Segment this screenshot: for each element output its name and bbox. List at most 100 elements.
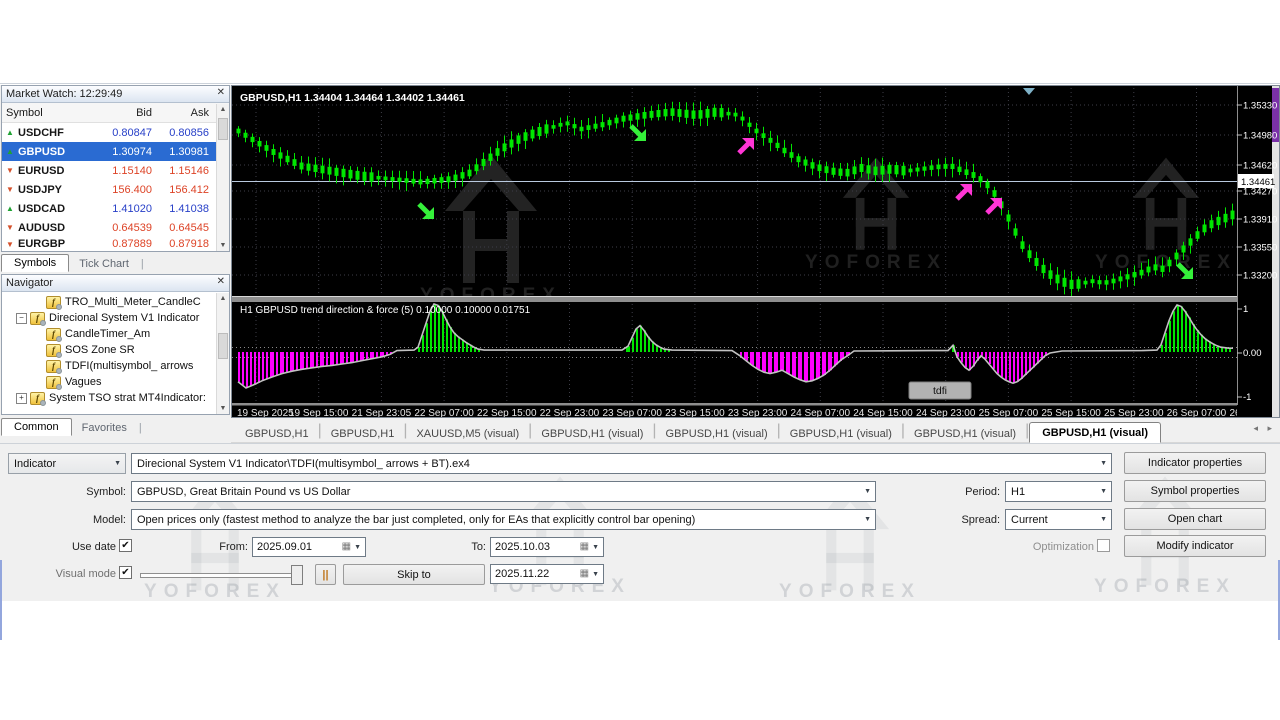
optimization-label: Optimization: [1014, 541, 1094, 553]
symbol-properties-button[interactable]: Symbol properties: [1124, 480, 1266, 502]
indicator-title: H1 GBPUSD trend direction & force (5) 0.…: [240, 305, 531, 316]
navigator-item[interactable]: +fSystem TSO strat MT4Indicator:: [2, 390, 229, 406]
spread-select[interactable]: Current▼: [1005, 509, 1112, 530]
tab-common[interactable]: Common: [1, 418, 72, 436]
price-axis-label: 1.33910: [1243, 215, 1277, 226]
scroll-thumb[interactable]: [218, 333, 228, 359]
chevron-down-icon[interactable]: ▼: [592, 571, 599, 578]
bid-cell: 0.87889: [100, 238, 157, 250]
tab-symbols[interactable]: Symbols: [1, 254, 69, 272]
close-icon[interactable]: ✕: [217, 276, 225, 287]
to-date-field[interactable]: 2025.10.03 ▦▼: [490, 537, 604, 557]
scroll-down-icon[interactable]: ▼: [217, 405, 229, 412]
scroll-thumb[interactable]: [218, 118, 228, 140]
chart-tabs: GBPUSD,H1|GBPUSD,H1|XAUUSD,M5 (visual)|G…: [231, 418, 1280, 443]
time-axis[interactable]: 19 Sep 202519 Sep 15:0021 Sep 23:0522 Se…: [237, 408, 1279, 417]
scroll-down-icon[interactable]: ▼: [217, 242, 229, 249]
period-select[interactable]: H1▼: [1005, 481, 1112, 502]
calendar-icon[interactable]: ▦: [580, 542, 589, 552]
time-axis-separator: [232, 403, 1237, 406]
calendar-icon[interactable]: ▦: [580, 569, 589, 579]
price-chart[interactable]: YOFOREXYOFOREXYOFOREXtdfiGBPUSD,H1 1.344…: [232, 86, 1279, 417]
skip-to-button[interactable]: Skip to: [343, 564, 485, 585]
symbol-name: AUDUSD: [18, 222, 65, 234]
navigator-item-label: TDFI(multisymbol_ arrows: [65, 360, 193, 372]
tester-mode-select[interactable]: Indicator▼: [8, 453, 126, 474]
collapse-icon[interactable]: −: [16, 313, 27, 324]
market-watch-row[interactable]: ▲USDCHF0.808470.80856: [2, 123, 229, 142]
navigator-tabs: Common Favorites |: [1, 415, 230, 436]
skip-date-field[interactable]: 2025.11.22 ▦▼: [490, 564, 604, 584]
close-icon[interactable]: ✕: [217, 87, 225, 98]
chart-tab-active[interactable]: GBPUSD,H1 (visual): [1029, 422, 1161, 443]
yoforex-watermark-text: YOFOREX: [1094, 576, 1236, 597]
navigator-tree: fTRO_Multi_Meter_CandleC−fDirecional Sys…: [2, 292, 229, 412]
navigator-item-label: TRO_Multi_Meter_CandleC: [65, 296, 201, 308]
period-value: H1: [1011, 486, 1025, 498]
tab-tick-chart[interactable]: Tick Chart: [69, 255, 139, 272]
navigator-item[interactable]: −fDirecional System V1 Indicator: [2, 310, 229, 326]
column-ask[interactable]: Ask: [157, 107, 214, 119]
market-watch-row[interactable]: ▼AUDUSD0.645390.64545: [2, 218, 229, 237]
use-date-checkbox[interactable]: ✔: [119, 539, 132, 552]
chart-tab[interactable]: XAUUSD,M5 (visual): [407, 424, 528, 443]
chart-tab[interactable]: GBPUSD,H1 (visual): [532, 424, 652, 443]
market-watch-scrollbar[interactable]: ▲ ▼: [216, 104, 229, 251]
time-axis-label: 26 Sep 07:00: [1167, 408, 1227, 417]
indicator-properties-button[interactable]: Indicator properties: [1124, 452, 1266, 474]
yoforex-watermark-text: YOFOREX: [779, 581, 921, 602]
open-chart-button[interactable]: Open chart: [1124, 508, 1266, 530]
chart-window[interactable]: YOFOREXYOFOREXYOFOREXtdfiGBPUSD,H1 1.344…: [231, 85, 1280, 418]
navigator-item[interactable]: fTRO_Multi_Meter_CandleC: [2, 294, 229, 310]
expand-icon[interactable]: +: [16, 393, 27, 404]
from-date-field[interactable]: 2025.09.01 ▦▼: [252, 537, 366, 557]
column-symbol[interactable]: Symbol: [2, 107, 100, 119]
chart-tab[interactable]: GBPUSD,H1: [322, 424, 404, 443]
scroll-up-icon[interactable]: ▲: [217, 295, 229, 302]
chevron-down-icon[interactable]: ▼: [354, 544, 361, 551]
market-watch-row[interactable]: ▲GBPUSD1.309741.30981: [2, 142, 229, 161]
model-select[interactable]: Open prices only (fastest method to anal…: [131, 509, 876, 530]
tabs-scroll-right-icon[interactable]: ▸: [1267, 423, 1272, 434]
symbol-select[interactable]: GBPUSD, Great Britain Pound vs US Dollar…: [131, 481, 876, 502]
model-value: Open prices only (fastest method to anal…: [137, 514, 695, 526]
tab-favorites[interactable]: Favorites: [72, 419, 137, 436]
navigator-scrollbar[interactable]: ▲ ▼: [216, 293, 229, 414]
visual-mode-checkbox[interactable]: ✔: [119, 566, 132, 579]
tester-mode-value: Indicator: [14, 458, 56, 470]
price-axis-label: 1.33200: [1243, 271, 1277, 282]
market-watch-row[interactable]: ▼EURGBP0.878890.87918: [2, 237, 229, 251]
market-watch-row[interactable]: ▼USDJPY156.400156.412: [2, 180, 229, 199]
chart-tab[interactable]: GBPUSD,H1 (visual): [905, 424, 1025, 443]
chart-tab[interactable]: GBPUSD,H1 (visual): [781, 424, 901, 443]
pause-button[interactable]: ||: [315, 564, 336, 585]
indicator-path-select[interactable]: Direcional System V1 Indicator\TDFI(mult…: [131, 453, 1112, 474]
column-bid[interactable]: Bid: [100, 107, 157, 119]
bid-cell: 1.15140: [100, 165, 157, 177]
chart-tab[interactable]: GBPUSD,H1 (visual): [657, 424, 777, 443]
visual-speed-slider-handle[interactable]: [291, 565, 303, 585]
downtick-icon: ▼: [6, 185, 15, 194]
symbol-value: GBPUSD, Great Britain Pound vs US Dollar: [137, 486, 350, 498]
market-watch-row[interactable]: ▼EURUSD1.151401.15146: [2, 161, 229, 180]
calendar-icon[interactable]: ▦: [342, 542, 351, 552]
chart-tab[interactable]: GBPUSD,H1: [236, 424, 318, 443]
yoforex-watermark-text: YOFOREX: [144, 581, 286, 602]
symbol-properties-label: Symbol properties: [1151, 485, 1240, 497]
market-watch-row[interactable]: ▲USDCAD1.410201.41038: [2, 199, 229, 218]
navigator-item[interactable]: fTDFI(multisymbol_ arrows: [2, 358, 229, 374]
downtick-icon: ▼: [6, 166, 15, 175]
navigator-item[interactable]: fSOS Zone SR: [2, 342, 229, 358]
navigator-item[interactable]: fCandleTimer_Am: [2, 326, 229, 342]
yoforex-watermark-text: YOFOREX: [805, 252, 947, 273]
scroll-up-icon[interactable]: ▲: [217, 106, 229, 113]
chevron-down-icon[interactable]: ▼: [592, 544, 599, 551]
tabs-scroll-left-icon[interactable]: ◂: [1253, 423, 1258, 434]
optimization-checkbox[interactable]: [1097, 539, 1110, 552]
fx-dot: [40, 400, 46, 406]
modify-indicator-button[interactable]: Modify indicator: [1124, 535, 1266, 557]
symbol-cell: ▼USDJPY: [2, 184, 100, 196]
bid-cell: 0.64539: [100, 222, 157, 234]
visual-speed-slider-track[interactable]: [140, 573, 303, 578]
navigator-item[interactable]: fVagues: [2, 374, 229, 390]
